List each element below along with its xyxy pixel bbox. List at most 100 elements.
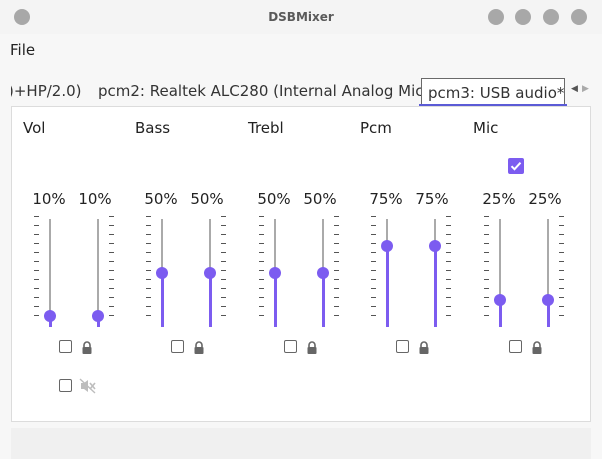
channel-bass-lock-checkbox[interactable] — [171, 340, 184, 353]
lock-icon — [531, 340, 543, 354]
scale-tick — [334, 306, 339, 307]
scale-tick — [146, 234, 151, 235]
scale-tick — [446, 279, 451, 280]
scale-tick — [334, 279, 339, 280]
status-area — [11, 428, 591, 459]
slider-pcm-right-fill — [433, 246, 437, 327]
slider-mic-left-handle[interactable] — [494, 294, 506, 306]
slider-bass-left-handle[interactable] — [156, 267, 168, 279]
scale-tick — [146, 297, 151, 298]
scale-tick — [371, 279, 376, 280]
tab-device-1[interactable]: )+HP/2.0) — [11, 76, 82, 104]
scale-tick — [109, 270, 114, 271]
scale-tick — [146, 225, 151, 226]
slider-pcm-left-handle[interactable] — [381, 240, 393, 252]
scale-tick — [559, 315, 564, 316]
scale-tick — [446, 270, 451, 271]
slider-pcm-right-handle[interactable] — [429, 240, 441, 252]
slider-trebl-right-handle[interactable] — [317, 267, 329, 279]
tab-scroll-right-icon[interactable]: ▶ — [582, 84, 589, 94]
scale-tick — [34, 315, 39, 316]
scale-tick — [559, 306, 564, 307]
scale-tick — [221, 252, 226, 253]
channel-name-trebl: Trebl — [248, 119, 284, 137]
channel-bass-left-level: 50% — [144, 190, 178, 208]
scale-tick — [334, 252, 339, 253]
slider-bass-left-fill — [160, 273, 164, 327]
scale-tick — [484, 270, 489, 271]
slider-bass-right-handle[interactable] — [204, 267, 216, 279]
scale-tick — [221, 279, 226, 280]
scale-tick — [109, 234, 114, 235]
mic-record-checkbox[interactable] — [508, 158, 524, 174]
scale-tick — [34, 225, 39, 226]
tab-scroll-left-icon[interactable]: ◀ — [571, 84, 578, 94]
minimize-button[interactable] — [515, 9, 531, 25]
slider-mic-right-handle[interactable] — [542, 294, 554, 306]
scale-tick — [484, 225, 489, 226]
scale-tick — [334, 225, 339, 226]
channel-pcm-lock-checkbox[interactable] — [396, 340, 409, 353]
close-button[interactable] — [571, 9, 587, 25]
scale-tick — [484, 288, 489, 289]
slider-bass-right-fill — [208, 273, 212, 327]
channel-vol-mute-checkbox[interactable] — [59, 379, 72, 392]
scale-tick — [484, 243, 489, 244]
scale-tick — [259, 297, 264, 298]
scale-tick — [484, 252, 489, 253]
menu-file[interactable]: File — [10, 41, 35, 59]
scale-tick — [146, 288, 151, 289]
scale-tick — [334, 261, 339, 262]
scale-tick — [259, 306, 264, 307]
scale-tick — [109, 288, 114, 289]
scale-tick — [446, 297, 451, 298]
slider-vol-left-handle[interactable] — [44, 310, 56, 323]
scale-tick — [34, 261, 39, 262]
scale-tick — [559, 234, 564, 235]
channel-vol-lock-checkbox[interactable] — [59, 340, 72, 353]
channel-name-pcm: Pcm — [360, 119, 392, 137]
scale-tick — [446, 261, 451, 262]
slider-trebl-right-fill — [321, 273, 325, 327]
scale-tick — [371, 243, 376, 244]
channel-pcm-scale-right — [446, 216, 451, 326]
scale-tick — [446, 216, 451, 217]
speaker-muted-icon — [79, 378, 97, 394]
scale-tick — [109, 279, 114, 280]
scale-tick — [34, 216, 39, 217]
scale-tick — [221, 261, 226, 262]
scale-tick — [221, 270, 226, 271]
maximize-button[interactable] — [543, 9, 559, 25]
scale-tick — [559, 279, 564, 280]
scale-tick — [146, 306, 151, 307]
channel-mic-lock-checkbox[interactable] — [509, 340, 522, 353]
shade-button[interactable] — [488, 9, 504, 25]
window-title: DSBMixer — [268, 10, 334, 24]
scale-tick — [259, 243, 264, 244]
lock-icon — [81, 340, 93, 354]
channel-vol-left-level: 10% — [32, 190, 66, 208]
slider-vol-right-handle[interactable] — [92, 310, 104, 323]
scale-tick — [109, 297, 114, 298]
scale-tick — [34, 243, 39, 244]
lock-icon — [306, 340, 318, 354]
scale-tick — [484, 297, 489, 298]
scale-tick — [34, 297, 39, 298]
scale-tick — [34, 270, 39, 271]
channel-name-mic: Mic — [473, 119, 499, 137]
scale-tick — [446, 225, 451, 226]
scale-tick — [371, 234, 376, 235]
scale-tick — [146, 216, 151, 217]
channel-pcm-scale-left — [371, 216, 376, 326]
channel-trebl-scale-right — [334, 216, 339, 326]
channel-name-bass: Bass — [135, 119, 171, 137]
channel-name-vol: Vol — [23, 119, 46, 137]
channel-mic-scale-right — [559, 216, 564, 326]
tab-device-pcm3[interactable]: pcm3: USB audio* — [421, 78, 565, 104]
scale-tick — [221, 234, 226, 235]
slider-trebl-left-handle[interactable] — [269, 267, 281, 279]
channel-trebl-lock-checkbox[interactable] — [284, 340, 297, 353]
tab-device-pcm2[interactable]: pcm2: Realtek ALC280 (Internal Analog Mi… — [98, 76, 429, 104]
scale-tick — [334, 315, 339, 316]
channel-bass-right-level: 50% — [190, 190, 224, 208]
